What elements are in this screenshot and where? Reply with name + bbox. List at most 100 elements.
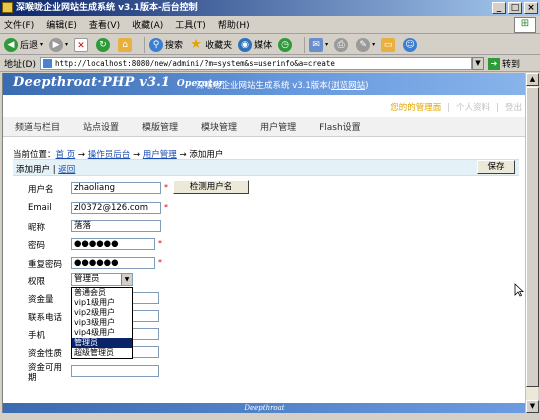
username-label: 用户名 <box>28 185 54 195</box>
permission-option[interactable]: vip4级用户 <box>72 328 132 338</box>
user-link-admin[interactable]: 您的的管理面 <box>390 103 441 113</box>
nickname-field[interactable]: 落落 <box>71 220 161 232</box>
mail-button[interactable]: ✉ ▾ <box>309 37 328 52</box>
email-label: Email <box>28 203 52 213</box>
go-arrow-icon: ➔ <box>487 57 500 70</box>
permission-option[interactable]: vip1级用户 <box>72 298 132 308</box>
messenger-button[interactable]: ☺ <box>403 37 419 52</box>
menu-file[interactable]: 文件(F) <box>4 18 34 31</box>
user-bar: 您的的管理面 | 个人资料 | 登出 <box>3 95 525 117</box>
stop-icon: ✕ <box>74 37 89 52</box>
mobile-label: 手机 <box>28 331 46 341</box>
capital-label: 资金量 <box>28 295 54 305</box>
tab-site-settings[interactable]: 站点设置 <box>83 120 119 133</box>
tab-channels[interactable]: 频道与栏目 <box>15 120 60 133</box>
permission-select[interactable]: 管理员 ▼ <box>71 273 133 286</box>
page-viewport: Deepthroat·PHP v3.1 Operator 深喉咙企业网站生成系统… <box>2 73 525 413</box>
user-links: 您的的管理面 | 个人资料 | 登出 <box>390 103 522 113</box>
favorites-button[interactable]: ★ 收藏夹 <box>189 36 233 52</box>
address-label: 地址(D) <box>4 60 36 70</box>
menu-favorites[interactable]: 收藏(A) <box>132 18 163 31</box>
menu-tools[interactable]: 工具(T) <box>175 18 206 31</box>
go-button[interactable]: ➔ 转到 <box>487 57 520 70</box>
repeat-password-label: 重复密码 <box>28 260 63 270</box>
address-dropdown-button[interactable]: ▼ <box>471 57 484 70</box>
home-icon: ⌂ <box>118 37 133 52</box>
folder-icon: ▭ <box>381 37 396 52</box>
email-required-mark: * <box>164 203 168 212</box>
edit-button[interactable]: ✎ ▾ <box>356 37 375 52</box>
go-label: 转到 <box>501 60 520 70</box>
password-field[interactable]: ●●●●●● <box>71 238 155 250</box>
tab-modules[interactable]: 模块管理 <box>201 120 237 133</box>
permission-option[interactable]: 普通会员 <box>72 288 132 298</box>
maximize-button[interactable]: □ <box>508 2 522 14</box>
password-required-mark: * <box>158 239 162 248</box>
back-button[interactable]: ◀ 后退 ▾ <box>4 37 43 52</box>
home-button[interactable]: ⌂ <box>118 37 134 52</box>
refresh-icon: ↻ <box>96 37 111 52</box>
menu-edit[interactable]: 编辑(E) <box>46 18 77 31</box>
back-link[interactable]: 返回 <box>58 165 75 175</box>
page-icon <box>42 59 52 68</box>
permission-option[interactable]: 超级管理员 <box>72 348 132 358</box>
scroll-up-button[interactable]: ▲ <box>526 73 539 86</box>
forward-button[interactable]: ▶ ▾ <box>49 37 68 52</box>
panel-title: 添加用户 | 返回 <box>16 165 76 175</box>
messenger-icon: ☺ <box>403 37 418 52</box>
print-icon: ⎙ <box>334 37 349 52</box>
search-label: 搜索 <box>165 41 184 51</box>
menu-bar: 文件(F) 编辑(E) 查看(V) 收藏(A) 工具(T) 帮助(H) ⊞ <box>0 16 540 34</box>
minimize-button[interactable]: _ <box>492 2 506 14</box>
username-required-mark: * <box>164 183 168 192</box>
email-field[interactable]: zl0372@126.com <box>71 202 161 214</box>
star-icon: ★ <box>190 36 202 52</box>
menu-help[interactable]: 帮助(H) <box>218 18 250 31</box>
capital-period-label: 资金可用期 <box>28 363 63 383</box>
user-link-profile[interactable]: 个人资料 <box>456 103 490 113</box>
repeat-password-field[interactable]: ●●●●●● <box>71 257 155 269</box>
search-icon: ⚲ <box>149 37 164 52</box>
tab-users[interactable]: 用户管理 <box>260 120 296 133</box>
permission-option-selected[interactable]: 管理员 <box>72 338 132 348</box>
scroll-down-button[interactable]: ▼ <box>526 400 539 413</box>
save-button[interactable]: 保存 <box>477 160 515 174</box>
window-controls: _ □ × <box>492 2 538 14</box>
stop-button[interactable]: ✕ <box>74 37 90 52</box>
folder-button[interactable]: ▭ <box>381 37 397 52</box>
permission-option[interactable]: vip3级用户 <box>72 318 132 328</box>
media-button[interactable]: ◉ 媒体 <box>238 37 273 52</box>
menu-view[interactable]: 查看(V) <box>89 18 120 31</box>
app-icon <box>2 2 13 13</box>
browse-site-link[interactable]: 浏览网站 <box>331 81 365 91</box>
password-label: 密码 <box>28 241 46 251</box>
permission-option[interactable]: vip2级用户 <box>72 308 132 318</box>
check-username-button[interactable]: 检测用户名 <box>173 180 249 194</box>
scroll-thumb[interactable] <box>526 87 539 387</box>
back-label: 后退 <box>20 41 39 51</box>
history-button[interactable]: ◷ <box>278 37 294 52</box>
print-button[interactable]: ⎙ <box>334 37 350 52</box>
refresh-button[interactable]: ↻ <box>96 37 112 52</box>
username-field[interactable]: zhaoliang <box>71 182 161 194</box>
media-label: 媒体 <box>254 41 273 51</box>
app-logo: Deepthroat·PHP v3.1 Operator <box>13 75 224 90</box>
app-subtitle: 深喉咙企业网站生成系统 v3.1版本(浏览网站) <box>196 81 369 91</box>
capital-period-field[interactable] <box>71 365 159 377</box>
tab-flash[interactable]: Flash设置 <box>319 120 361 133</box>
close-button[interactable]: × <box>524 2 538 14</box>
favorites-label: 收藏夹 <box>205 41 233 51</box>
page-footer: Deepthroat <box>3 403 525 413</box>
panel-header: 添加用户 | 返回 保存 <box>13 159 519 176</box>
vertical-scrollbar[interactable]: ▲ ▼ <box>525 73 539 413</box>
history-icon: ◷ <box>278 37 293 52</box>
nav-tabs: 频道与栏目 站点设置 模版管理 模块管理 用户管理 Flash设置 <box>3 117 525 137</box>
permission-label: 权限 <box>28 277 46 287</box>
window-title: 深喉咙企业网站生成系统 v3.1版本-后台控制 <box>16 3 198 13</box>
nickname-label: 昵称 <box>28 223 46 233</box>
search-button[interactable]: ⚲ 搜索 <box>149 37 184 52</box>
edit-icon: ✎ <box>356 37 371 52</box>
tab-templates[interactable]: 模版管理 <box>142 120 178 133</box>
user-link-logout[interactable]: 登出 <box>505 103 522 113</box>
url-input[interactable]: http://localhost:8080/new/admini/?m=syst… <box>39 57 472 70</box>
